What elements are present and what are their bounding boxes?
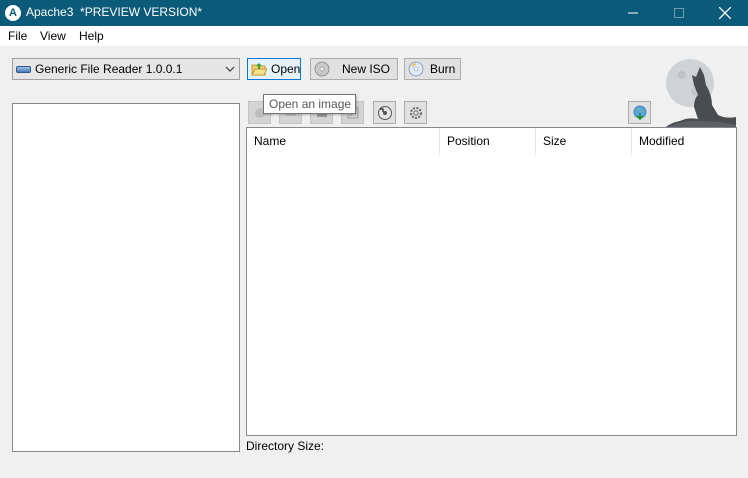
menu-bar: File View Help [0, 26, 748, 46]
column-header-position[interactable]: Position [440, 128, 536, 155]
open-tooltip: Open an image [263, 94, 356, 114]
column-header-name[interactable]: Name [247, 128, 440, 155]
open-label: Open [271, 62, 301, 76]
file-list-header: Name Position Size Modified [247, 128, 736, 155]
directory-tree-panel[interactable] [12, 103, 240, 452]
column-header-modified[interactable]: Modified [632, 128, 736, 155]
wolf-moon-logo [660, 59, 736, 131]
reader-selected-value: Generic File Reader 1.0.0.1 [35, 62, 183, 76]
close-icon [719, 7, 731, 19]
new-iso-label: New ISO [342, 62, 391, 76]
title-bar: A Apache3 *PREVIEW VERSION* [0, 0, 748, 26]
window-title: Apache3 *PREVIEW VERSION* [26, 5, 203, 19]
open-folder-icon [251, 63, 267, 76]
menu-help[interactable]: Help [79, 29, 104, 43]
download-button[interactable] [628, 101, 651, 124]
chevron-down-icon [225, 66, 235, 72]
app-icon: A [5, 5, 21, 21]
globe-download-icon [633, 105, 646, 120]
menu-file[interactable]: File [8, 29, 27, 43]
maximize-icon [674, 8, 684, 18]
column-header-size[interactable]: Size [536, 128, 632, 155]
disc-icon [314, 61, 330, 77]
drive-icon [16, 66, 31, 73]
new-iso-button[interactable]: New ISO [310, 58, 398, 80]
minimize-icon [628, 12, 638, 14]
burn-button[interactable]: Burn [404, 58, 461, 80]
menu-view[interactable]: View [40, 29, 66, 43]
reader-dropdown[interactable]: Generic File Reader 1.0.0.1 [12, 58, 240, 80]
file-list[interactable]: Name Position Size Modified [246, 127, 737, 436]
extract-disc-icon [377, 105, 392, 120]
minimize-button[interactable] [610, 0, 656, 26]
open-button[interactable]: Open [247, 58, 301, 80]
directory-size-label: Directory Size: [246, 439, 325, 453]
burn-disc-icon [408, 61, 424, 77]
burn-label: Burn [430, 62, 456, 76]
gear-icon [409, 106, 422, 119]
close-button[interactable] [702, 0, 748, 26]
maximize-button[interactable] [656, 0, 702, 26]
settings-button[interactable] [404, 101, 427, 124]
extract-disc-button[interactable] [373, 101, 396, 124]
